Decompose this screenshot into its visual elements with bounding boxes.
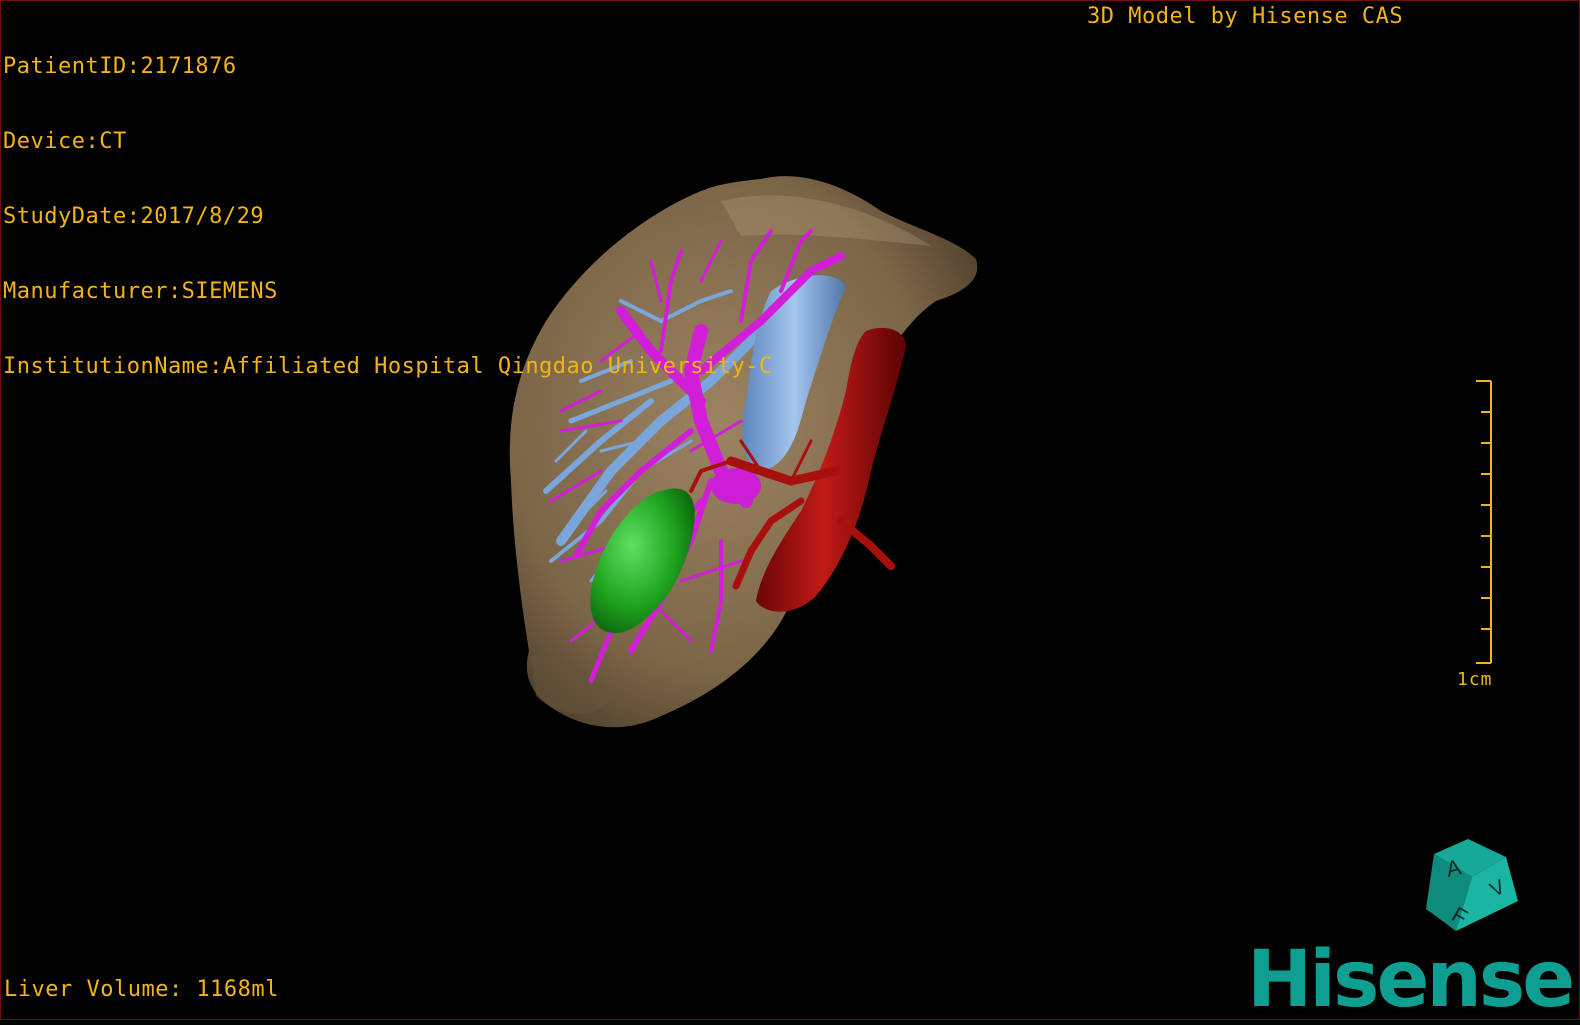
scale-bar-icon xyxy=(1476,380,1492,664)
dicom-info: PatientID:2171876 Device:CT StudyDate:20… xyxy=(3,4,773,429)
liver-volume: Liver Volume: 1168ml xyxy=(4,977,279,1002)
institution-name: InstitutionName:Affiliated Hospital Qing… xyxy=(3,354,773,379)
orientation-cube-icon[interactable]: A F V xyxy=(1426,839,1526,939)
model-title: 3D Model by Hisense CAS xyxy=(1087,4,1404,29)
3d-viewport[interactable]: PatientID:2171876 Device:CT StudyDate:20… xyxy=(0,0,1580,1025)
device: Device:CT xyxy=(3,129,127,154)
scale-bar-label: 1cm xyxy=(1457,669,1493,690)
portal-vein-confluence xyxy=(711,468,761,504)
patient-id: PatientID:2171876 xyxy=(3,54,237,79)
study-date: StudyDate:2017/8/29 xyxy=(3,204,265,229)
hisense-logo: Hisense xyxy=(1247,935,1575,1025)
manufacturer: Manufacturer:SIEMENS xyxy=(3,279,278,304)
